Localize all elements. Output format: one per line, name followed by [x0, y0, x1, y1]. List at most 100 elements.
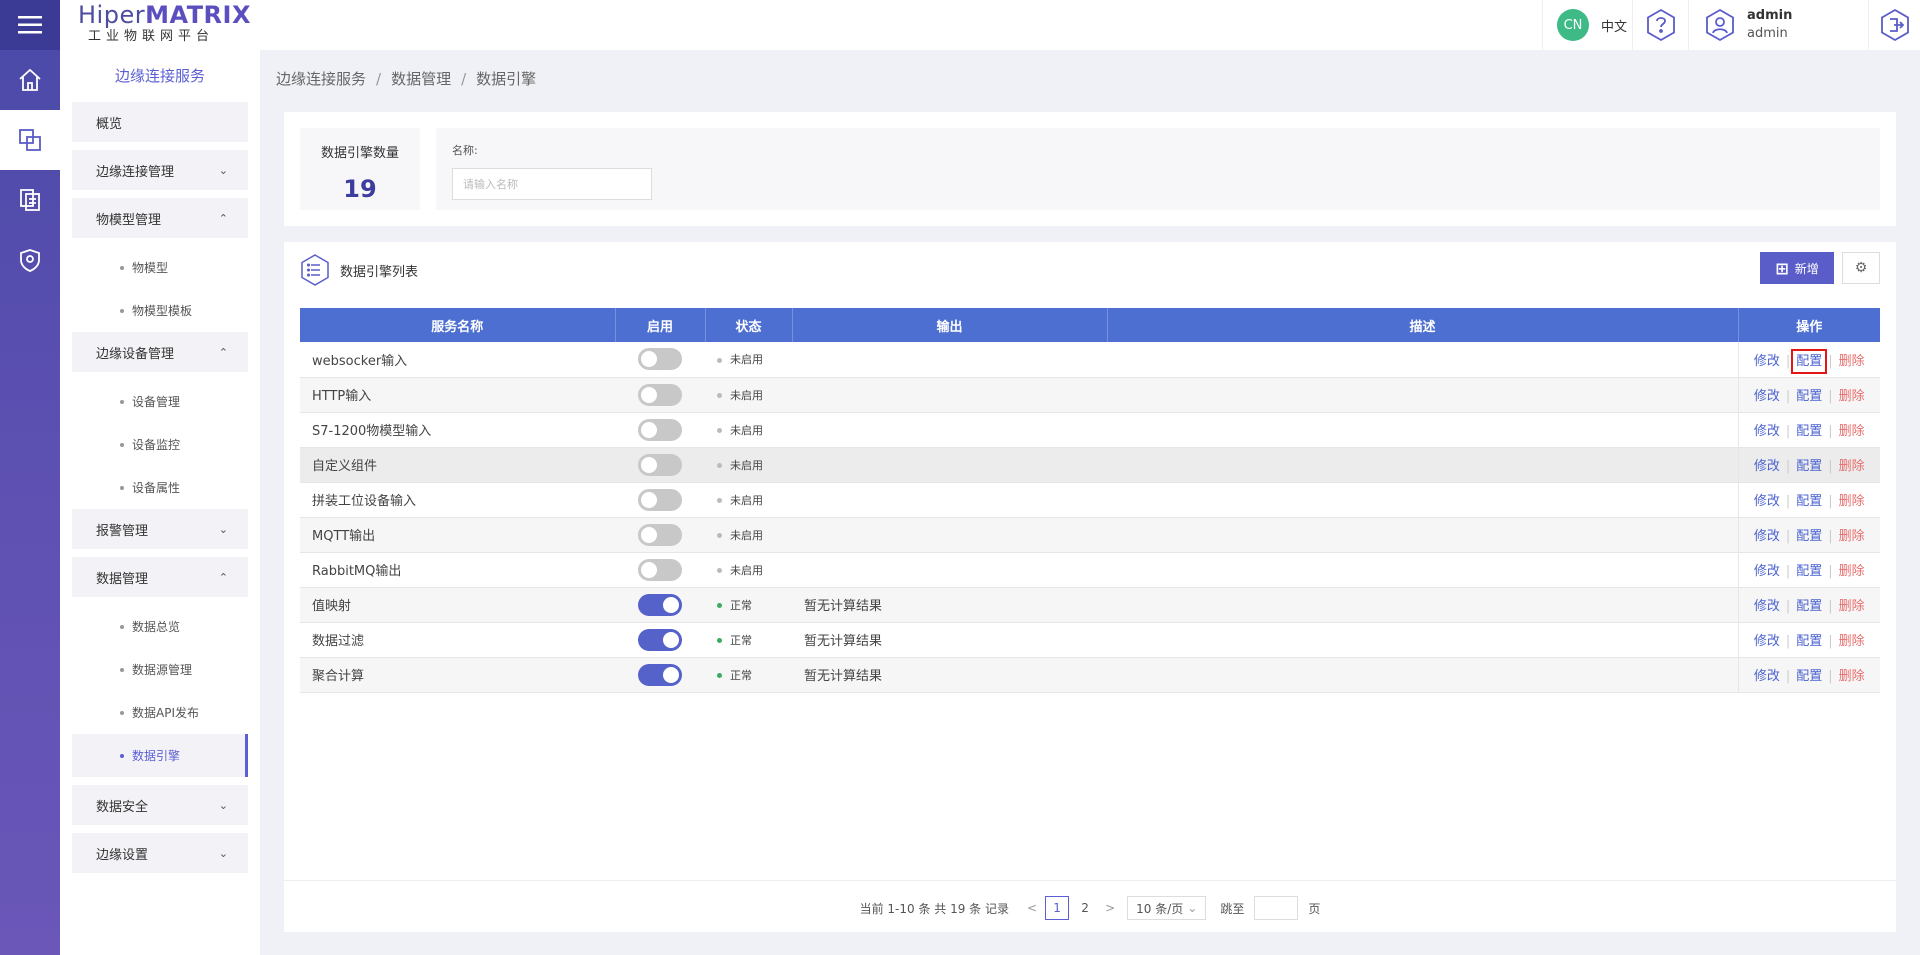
page-size-value: 10 条/页 [1136, 901, 1184, 916]
toggle-knob [663, 596, 679, 613]
rail-security[interactable] [0, 230, 60, 290]
status-dot-icon [717, 428, 722, 433]
operations-cell: 修改 | 配置 | 删除 [1737, 552, 1880, 588]
sidebar-group[interactable]: 边缘连接管理 ⌄ [72, 150, 248, 190]
enable-toggle[interactable] [638, 593, 682, 616]
edit-link[interactable]: 修改 [1754, 424, 1780, 439]
delete-link[interactable]: 删除 [1839, 599, 1865, 614]
page-button[interactable]: 2 [1073, 896, 1097, 920]
config-link[interactable]: 配置 [1796, 564, 1822, 579]
op-divider: | [1785, 353, 1791, 369]
sidebar-item-label: 数据总览 [132, 620, 181, 634]
user-name: admin [1747, 8, 1793, 23]
delete-link[interactable]: 删除 [1839, 424, 1865, 439]
enable-toggle[interactable] [638, 383, 682, 406]
name-search-input[interactable] [452, 168, 652, 200]
delete-link[interactable]: 删除 [1839, 354, 1865, 369]
rail-home[interactable] [0, 50, 60, 110]
sidebar-group[interactable]: 数据管理 ⌃ [72, 557, 248, 597]
edit-link[interactable]: 修改 [1754, 494, 1780, 509]
sidebar-subitem[interactable]: 设备监控 [72, 423, 248, 466]
status-text: 未启用 [730, 563, 763, 577]
delete-link[interactable]: 删除 [1839, 389, 1865, 404]
sidebar-subitem[interactable]: 数据源管理 [72, 648, 248, 691]
delete-link[interactable]: 删除 [1839, 529, 1865, 544]
page-button-current[interactable]: 1 [1045, 896, 1070, 920]
jump-page-input[interactable] [1254, 896, 1299, 920]
enable-toggle[interactable] [638, 628, 682, 651]
edit-link[interactable]: 修改 [1754, 459, 1780, 474]
sidebar-subitem[interactable]: 数据总览 [72, 605, 248, 648]
edit-link[interactable]: 修改 [1754, 354, 1780, 369]
sidebar-item-label: 数据源管理 [132, 663, 193, 677]
breadcrumb-item[interactable]: 数据管理 [391, 70, 451, 88]
sidebar-group[interactable]: 报警管理 ⌄ [72, 509, 248, 549]
enable-cell [615, 657, 705, 693]
config-link[interactable]: 配置 [1796, 599, 1822, 614]
user-menu[interactable]: admin admin [1688, 0, 1848, 50]
jump-label: 跳至 [1220, 901, 1245, 916]
sidebar-group[interactable]: 边缘设置 ⌄ [72, 833, 248, 873]
table-row: HTTP输入 未启用 修改 | 配置 | 删除 [300, 377, 1880, 413]
sidebar-subitem[interactable]: 物模型 [72, 246, 248, 289]
operations-cell: 修改 | 配置 | 删除 [1737, 412, 1880, 448]
config-link[interactable]: 配置 [1796, 389, 1822, 404]
edit-link[interactable]: 修改 [1754, 599, 1780, 614]
delete-link[interactable]: 删除 [1839, 459, 1865, 474]
enable-toggle[interactable] [638, 523, 682, 546]
config-link[interactable]: 配置 [1791, 348, 1828, 374]
enable-toggle[interactable] [638, 558, 682, 581]
edit-link[interactable]: 修改 [1754, 564, 1780, 579]
next-page-button[interactable]: > [1105, 901, 1115, 915]
add-icon: ⊞ [1775, 258, 1789, 278]
menu-toggle-button[interactable] [0, 0, 60, 50]
enable-toggle[interactable] [638, 663, 682, 686]
delete-link[interactable]: 删除 [1839, 494, 1865, 509]
sidebar-group[interactable]: 概览 [72, 102, 248, 142]
sidebar-subitem[interactable]: 设备属性 [72, 466, 248, 509]
delete-link[interactable]: 删除 [1839, 564, 1865, 579]
sidebar-subitem[interactable]: 物模型模板 [72, 289, 248, 332]
edit-link[interactable]: 修改 [1754, 669, 1780, 684]
breadcrumb-item[interactable]: 边缘连接服务 [276, 70, 366, 88]
gear-icon: ⚙ [1854, 260, 1868, 276]
enable-toggle[interactable] [638, 453, 682, 476]
enable-toggle[interactable] [638, 348, 682, 371]
sidebar-group[interactable]: 数据安全 ⌄ [72, 785, 248, 825]
help-button[interactable] [1632, 0, 1688, 50]
prev-page-button[interactable]: < [1027, 901, 1037, 915]
column-header: 输出 [792, 308, 1108, 342]
config-link[interactable]: 配置 [1796, 669, 1822, 684]
sidebar-group[interactable]: 物模型管理 ⌃ [72, 198, 248, 238]
config-link[interactable]: 配置 [1796, 634, 1822, 649]
description-cell [1107, 517, 1738, 553]
service-name: 拼装工位设备输入 [300, 482, 615, 518]
enable-toggle[interactable] [638, 418, 682, 441]
edit-link[interactable]: 修改 [1754, 389, 1780, 404]
enable-toggle[interactable] [638, 488, 682, 511]
language-switcher[interactable]: CN 中文 [1542, 0, 1632, 50]
column-settings-button[interactable]: ⚙ [1842, 252, 1880, 284]
delete-link[interactable]: 删除 [1839, 634, 1865, 649]
breadcrumb-current: 数据引擎 [476, 70, 537, 88]
logout-button[interactable] [1868, 0, 1920, 50]
config-link[interactable]: 配置 [1796, 494, 1822, 509]
config-link[interactable]: 配置 [1796, 459, 1822, 474]
rail-data[interactable] [0, 170, 60, 230]
sidebar-subitem[interactable]: 数据API发布 [72, 691, 248, 734]
config-link[interactable]: 配置 [1796, 424, 1822, 439]
config-link[interactable]: 配置 [1796, 529, 1822, 544]
edit-link[interactable]: 修改 [1754, 634, 1780, 649]
sidebar-subitem-active[interactable]: 数据引擎 [72, 734, 248, 777]
status-text: 未启用 [730, 528, 763, 542]
page-size-select[interactable]: 10 条/页 ⌄ [1127, 896, 1207, 920]
delete-link[interactable]: 删除 [1839, 669, 1865, 684]
add-engine-button[interactable]: ⊞ 新增 [1760, 252, 1834, 284]
bullet-icon [120, 624, 124, 629]
sidebar-subitem[interactable]: 设备管理 [72, 380, 248, 423]
edit-link[interactable]: 修改 [1754, 529, 1780, 544]
logo: HiperMATRIX 工业物联网平台 [78, 1, 251, 44]
rail-edge-service[interactable] [0, 110, 60, 170]
sidebar-group[interactable]: 边缘设备管理 ⌃ [72, 332, 248, 372]
op-divider: | [1828, 353, 1833, 369]
